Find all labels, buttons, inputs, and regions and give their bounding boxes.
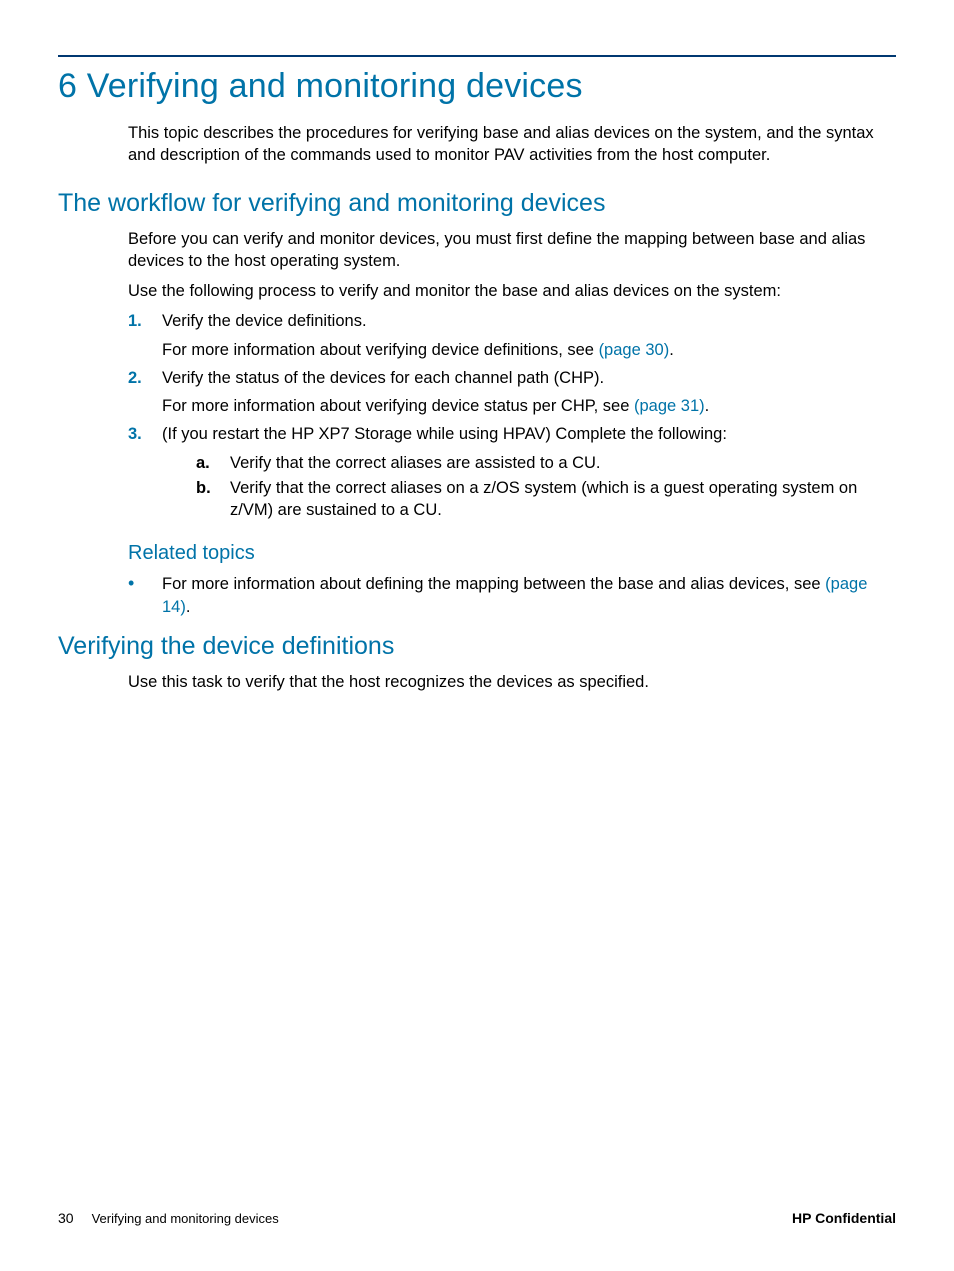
- step-marker: 2.: [128, 367, 162, 418]
- step-3: 3. (If you restart the HP XP7 Storage wh…: [128, 423, 896, 524]
- step-text: Verify the status of the devices for eac…: [162, 369, 604, 387]
- page-link[interactable]: (page 31): [634, 397, 705, 415]
- footer-title: Verifying and monitoring devices: [92, 1211, 279, 1226]
- substeps: a. Verify that the correct aliases are a…: [196, 452, 896, 522]
- bullet-icon: •: [128, 573, 162, 618]
- step-marker: 3.: [128, 423, 162, 524]
- section-verify-title: Verifying the device definitions: [58, 632, 896, 661]
- related-topics-title: Related topics: [128, 542, 896, 565]
- substep-text: Verify that the correct aliases on a z/O…: [230, 477, 896, 522]
- step-content: Verify the status of the devices for eac…: [162, 367, 896, 418]
- substep-b: b. Verify that the correct aliases on a …: [196, 477, 896, 522]
- substep-marker: a.: [196, 452, 230, 474]
- related-post: .: [186, 598, 191, 616]
- substep-a: a. Verify that the correct aliases are a…: [196, 452, 896, 474]
- workflow-p2: Use the following process to verify and …: [128, 280, 896, 302]
- related-list: • For more information about defining th…: [128, 573, 896, 618]
- step-followup: For more information about verifying dev…: [162, 395, 896, 417]
- followup-post: .: [705, 397, 710, 415]
- step-text: (If you restart the HP XP7 Storage while…: [162, 425, 727, 443]
- workflow-p1: Before you can verify and monitor device…: [128, 228, 896, 273]
- footer-left: 30 Verifying and monitoring devices: [58, 1210, 279, 1226]
- related-content: For more information about defining the …: [162, 573, 896, 618]
- step-1: 1. Verify the device definitions. For mo…: [128, 310, 896, 361]
- page-footer: 30 Verifying and monitoring devices HP C…: [58, 1210, 896, 1226]
- step-content: Verify the device definitions. For more …: [162, 310, 896, 361]
- footer-confidential: HP Confidential: [792, 1210, 896, 1226]
- followup-pre: For more information about verifying dev…: [162, 397, 634, 415]
- page-number: 30: [58, 1210, 74, 1226]
- related-item: • For more information about defining th…: [128, 573, 896, 618]
- followup-post: .: [669, 341, 674, 359]
- step-content: (If you restart the HP XP7 Storage while…: [162, 423, 896, 524]
- followup-pre: For more information about verifying dev…: [162, 341, 599, 359]
- workflow-steps: 1. Verify the device definitions. For mo…: [128, 310, 896, 524]
- top-rule: [58, 55, 896, 57]
- substep-marker: b.: [196, 477, 230, 522]
- step-text: Verify the device definitions.: [162, 312, 367, 330]
- chapter-intro: This topic describes the procedures for …: [128, 122, 896, 167]
- page-link[interactable]: (page 30): [599, 341, 670, 359]
- step-2: 2. Verify the status of the devices for …: [128, 367, 896, 418]
- step-marker: 1.: [128, 310, 162, 361]
- verify-p1: Use this task to verify that the host re…: [128, 671, 896, 693]
- chapter-title: 6 Verifying and monitoring devices: [58, 67, 896, 106]
- substep-text: Verify that the correct aliases are assi…: [230, 452, 896, 474]
- section-workflow-title: The workflow for verifying and monitorin…: [58, 189, 896, 218]
- step-followup: For more information about verifying dev…: [162, 339, 896, 361]
- related-pre: For more information about defining the …: [162, 575, 825, 593]
